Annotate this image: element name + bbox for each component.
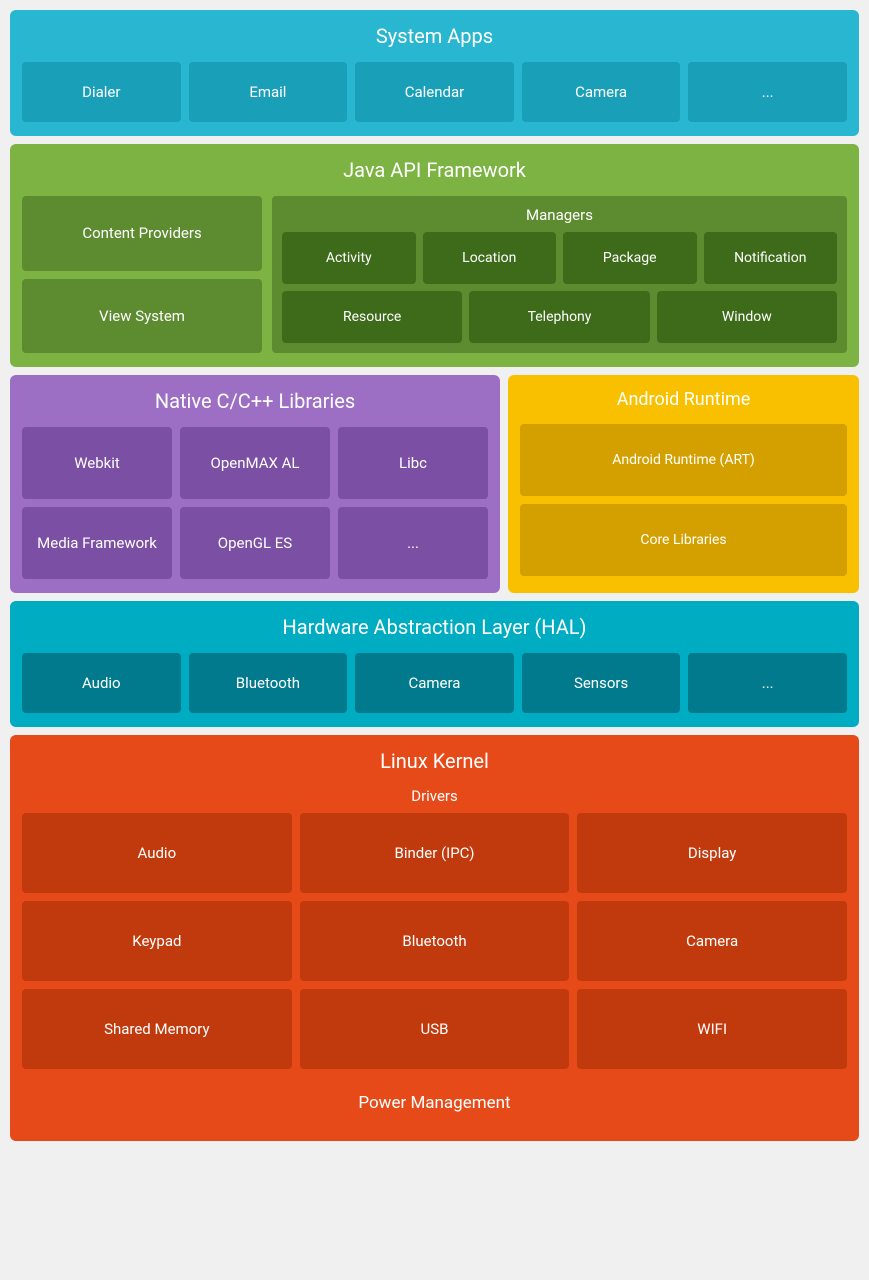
driver-audio: Audio xyxy=(22,813,292,893)
system-apps-boxes: Dialer Email Calendar Camera ... xyxy=(22,62,847,122)
android-runtime-layer: Android Runtime Android Runtime (ART) Co… xyxy=(508,375,859,593)
system-app-camera: Camera xyxy=(522,62,681,122)
android-runtime-art: Android Runtime (ART) xyxy=(520,424,847,496)
hal-camera: Camera xyxy=(355,653,514,713)
managers-row2: Resource Telephony Window xyxy=(282,291,837,343)
manager-package: Package xyxy=(563,232,697,284)
driver-wifi: WIFI xyxy=(577,989,847,1069)
system-apps-title: System Apps xyxy=(22,20,847,52)
power-management: Power Management xyxy=(22,1079,847,1127)
system-apps-layer: System Apps Dialer Email Calendar Camera… xyxy=(10,10,859,136)
native-libs-layer: Native C/C++ Libraries Webkit OpenMAX AL… xyxy=(10,375,500,593)
view-system: View System xyxy=(22,279,262,354)
drivers-label: Drivers xyxy=(22,787,847,805)
manager-activity: Activity xyxy=(282,232,416,284)
native-opengl: OpenGL ES xyxy=(180,507,330,579)
hal-more: ... xyxy=(688,653,847,713)
linux-kernel-layer: Linux Kernel Drivers Audio Binder (IPC) … xyxy=(10,735,859,1141)
native-libc: Libc xyxy=(338,427,488,499)
managers-row1: Activity Location Package Notification xyxy=(282,232,837,284)
system-app-calendar: Calendar xyxy=(355,62,514,122)
drivers-grid: Audio Binder (IPC) Display Keypad Blueto… xyxy=(22,813,847,1069)
native-libs-grid: Webkit OpenMAX AL Libc Media Framework O… xyxy=(22,427,488,579)
linux-kernel-title: Linux Kernel xyxy=(22,745,847,777)
driver-display: Display xyxy=(577,813,847,893)
manager-window: Window xyxy=(657,291,837,343)
hal-audio: Audio xyxy=(22,653,181,713)
driver-bluetooth: Bluetooth xyxy=(300,901,570,981)
middle-row: Native C/C++ Libraries Webkit OpenMAX AL… xyxy=(10,375,859,593)
hal-boxes: Audio Bluetooth Camera Sensors ... xyxy=(22,653,847,713)
driver-usb: USB xyxy=(300,989,570,1069)
java-api-title: Java API Framework xyxy=(22,154,847,186)
driver-keypad: Keypad xyxy=(22,901,292,981)
native-openmax: OpenMAX AL xyxy=(180,427,330,499)
native-more: ... xyxy=(338,507,488,579)
system-app-dialer: Dialer xyxy=(22,62,181,122)
managers-section: Managers Activity Location Package Notif… xyxy=(272,196,847,353)
driver-camera: Camera xyxy=(577,901,847,981)
content-providers: Content Providers xyxy=(22,196,262,271)
driver-shared-memory: Shared Memory xyxy=(22,989,292,1069)
native-webkit: Webkit xyxy=(22,427,172,499)
managers-title: Managers xyxy=(282,206,837,224)
hal-bluetooth: Bluetooth xyxy=(189,653,348,713)
manager-resource: Resource xyxy=(282,291,462,343)
android-runtime-core: Core Libraries xyxy=(520,504,847,576)
hal-title: Hardware Abstraction Layer (HAL) xyxy=(22,611,847,643)
manager-location: Location xyxy=(423,232,557,284)
manager-notification: Notification xyxy=(704,232,838,284)
manager-telephony: Telephony xyxy=(469,291,649,343)
java-api-inner: Content Providers View System Managers A… xyxy=(22,196,847,353)
native-libs-title: Native C/C++ Libraries xyxy=(22,385,488,417)
system-app-email: Email xyxy=(189,62,348,122)
java-api-left: Content Providers View System xyxy=(22,196,262,353)
native-media-framework: Media Framework xyxy=(22,507,172,579)
hal-layer: Hardware Abstraction Layer (HAL) Audio B… xyxy=(10,601,859,727)
android-runtime-title: Android Runtime xyxy=(520,385,847,414)
hal-sensors: Sensors xyxy=(522,653,681,713)
driver-binder: Binder (IPC) xyxy=(300,813,570,893)
java-api-layer: Java API Framework Content Providers Vie… xyxy=(10,144,859,367)
system-app-more: ... xyxy=(688,62,847,122)
